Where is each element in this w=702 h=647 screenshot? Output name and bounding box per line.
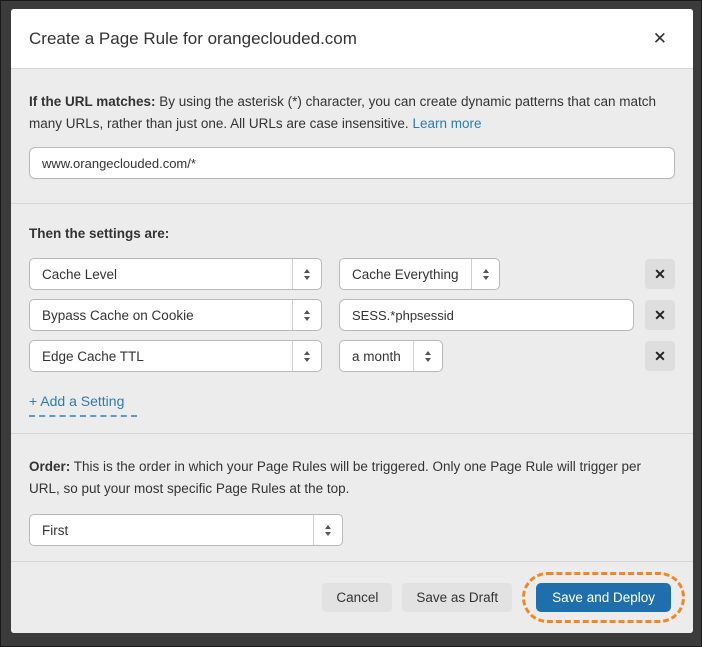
select-stepper-icon xyxy=(471,259,500,289)
annotation-highlight-oval: Save and Deploy xyxy=(522,572,685,623)
setting-value-select[interactable]: a month xyxy=(339,340,443,372)
url-match-description: If the URL matches: By using the asteris… xyxy=(29,91,675,135)
url-pattern-input[interactable] xyxy=(29,147,675,179)
url-match-label: If the URL matches: xyxy=(29,94,156,109)
select-stepper-icon xyxy=(292,259,321,289)
add-setting-wrap: + Add a Setting xyxy=(29,393,137,417)
settings-heading: Then the settings are: xyxy=(29,226,675,241)
select-stepper-icon xyxy=(292,341,321,371)
page-title: Create a Page Rule for orangeclouded.com xyxy=(29,29,647,49)
dialog-header: Create a Page Rule for orangeclouded.com… xyxy=(11,9,693,69)
setting-value: Cache Everything xyxy=(340,259,471,289)
dialog-footer: Cancel Save as Draft Save and Deploy xyxy=(11,561,693,633)
add-setting-annotation-underline xyxy=(29,415,137,417)
cancel-button[interactable]: Cancel xyxy=(322,583,392,612)
setting-row: Cache Level Cache Everything ✕ xyxy=(29,258,675,290)
order-section: Order: This is the order in which your P… xyxy=(11,433,693,561)
url-match-section: If the URL matches: By using the asteris… xyxy=(11,69,693,203)
setting-value-input[interactable] xyxy=(339,299,634,331)
order-description: Order: This is the order in which your P… xyxy=(29,456,675,500)
order-label: Order: xyxy=(29,459,70,474)
setting-type-select[interactable]: Edge Cache TTL xyxy=(29,340,322,372)
select-stepper-icon xyxy=(413,341,442,371)
close-icon[interactable]: ✕ xyxy=(647,26,673,51)
remove-setting-button[interactable]: ✕ xyxy=(645,341,675,371)
order-select[interactable]: First xyxy=(29,514,343,546)
save-as-draft-button[interactable]: Save as Draft xyxy=(402,583,512,612)
select-stepper-icon xyxy=(313,515,342,545)
setting-value: a month xyxy=(340,341,413,371)
learn-more-link[interactable]: Learn more xyxy=(412,116,481,131)
setting-type-value: Cache Level xyxy=(30,259,292,289)
page-background: Create a Page Rule for orangeclouded.com… xyxy=(0,0,702,647)
order-help-text: This is the order in which your Page Rul… xyxy=(29,459,641,496)
settings-section: Then the settings are: Cache Level Cache… xyxy=(11,203,693,433)
setting-type-value: Bypass Cache on Cookie xyxy=(30,300,292,330)
setting-row: Bypass Cache on Cookie ✕ xyxy=(29,299,675,331)
setting-type-select[interactable]: Cache Level xyxy=(29,258,322,290)
add-setting-link[interactable]: + Add a Setting xyxy=(29,393,124,409)
setting-type-select[interactable]: Bypass Cache on Cookie xyxy=(29,299,322,331)
setting-row: Edge Cache TTL a month ✕ xyxy=(29,340,675,372)
setting-type-value: Edge Cache TTL xyxy=(30,341,292,371)
order-value: First xyxy=(30,515,313,545)
select-stepper-icon xyxy=(292,300,321,330)
remove-setting-button[interactable]: ✕ xyxy=(645,259,675,289)
create-page-rule-dialog: Create a Page Rule for orangeclouded.com… xyxy=(11,9,693,633)
setting-value-select[interactable]: Cache Everything xyxy=(339,258,500,290)
remove-setting-button[interactable]: ✕ xyxy=(645,300,675,330)
save-and-deploy-button[interactable]: Save and Deploy xyxy=(536,583,671,612)
